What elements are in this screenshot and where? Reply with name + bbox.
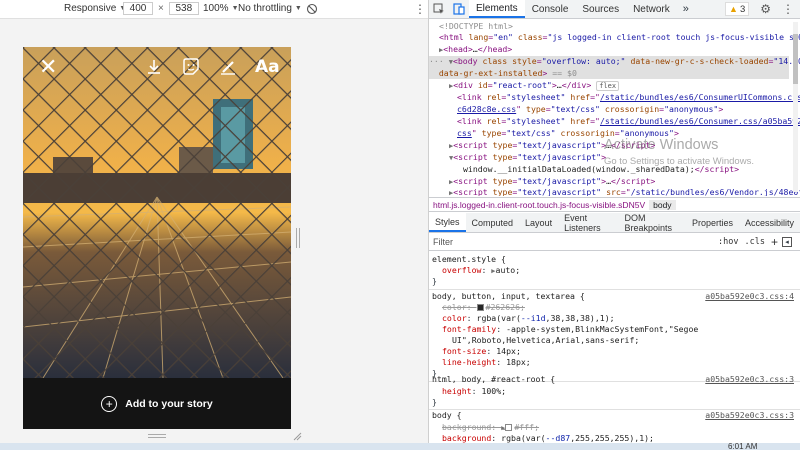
watermark-title: Activate Windows: [604, 137, 719, 153]
decl-font-size[interactable]: font-size: 14px;: [442, 346, 521, 357]
warning-icon: ▲: [729, 4, 738, 14]
download-icon[interactable]: [145, 58, 163, 76]
elements-tree: <!DOCTYPE html> <html lang="en" class="j…: [429, 20, 800, 196]
styles-subtabs: Styles Computed Layout Event Listeners D…: [429, 213, 800, 233]
devtools-pane: Elements Console Sources Network » ▲ 3 ⚙…: [429, 0, 800, 450]
tab-event-listeners[interactable]: Event Listeners: [558, 213, 618, 233]
windows-taskbar: [0, 443, 800, 450]
rule-element-style-decl[interactable]: overflow: ▶auto;: [442, 265, 520, 277]
decl-font-family-cont: UI",Roboto,Helvetica,Arial,sans-serif;: [452, 335, 640, 345]
close-icon[interactable]: ✕: [39, 57, 57, 79]
breadcrumb: html.js.logged-in.client-root.touch.js-f…: [429, 197, 800, 212]
rule-source-link[interactable]: a05ba592e0c3.css:3: [705, 410, 794, 421]
device-toolbar: Responsive▼ × 100%▼ No throttling▼ ⋮: [0, 0, 428, 19]
devtools-menu-kebab-icon[interactable]: ⋮: [776, 0, 800, 18]
phone-viewport: ✕ Aa + Add to your story: [23, 47, 291, 429]
watermark-subtitle: Go to Settings to activate Windows.: [604, 156, 754, 167]
resize-corner-icon[interactable]: [292, 431, 302, 441]
tab-properties[interactable]: Properties: [686, 213, 739, 232]
styles-pane: element.style { overflow: ▶auto; } body,…: [429, 252, 800, 450]
rule-separator: [429, 289, 800, 290]
rule-body-button-selector[interactable]: body, button, input, textarea {: [432, 291, 585, 302]
decl-color-overridden[interactable]: color: #262626;: [442, 302, 525, 313]
rule-element-style-selector[interactable]: element.style {: [432, 254, 506, 265]
dom-link-css-1[interactable]: <link rel="stylesheet" href="/static/bun…: [457, 92, 800, 104]
device-emulation-pane: Responsive▼ × 100%▼ No throttling▼ ⋮: [0, 0, 428, 450]
draw-icon[interactable]: [219, 58, 237, 76]
dom-react-root[interactable]: ▶<div id="react-root">…</div> flex: [449, 80, 620, 93]
decl-font-family[interactable]: font-family: -apple-system,BlinkMacSyste…: [442, 324, 698, 335]
breadcrumb-html[interactable]: html.js.logged-in.client-root.touch.js-f…: [429, 200, 649, 210]
warnings-badge[interactable]: ▲ 3: [725, 2, 750, 16]
dom-link-css-2[interactable]: <link rel="stylesheet" href="/static/bun…: [457, 116, 800, 128]
rule-source-link[interactable]: a05ba592e0c3.css:4: [705, 291, 794, 302]
dom-link-css-1-cont: c6d28c8e.css" type="text/css" crossorigi…: [457, 104, 724, 114]
color-swatch[interactable]: [505, 424, 513, 431]
width-input[interactable]: [123, 2, 153, 15]
tab-network[interactable]: Network: [626, 0, 677, 18]
decl-height[interactable]: height: 100%;: [442, 386, 506, 397]
rule-close: }: [432, 397, 437, 407]
tab-elements[interactable]: Elements: [469, 0, 525, 18]
hov-toggle[interactable]: :hov: [718, 237, 738, 247]
zoom-dropdown[interactable]: 100% ▼: [203, 3, 239, 14]
decl-line-height[interactable]: line-height: 18px;: [442, 357, 531, 368]
tab-layout[interactable]: Layout: [519, 213, 558, 232]
rule-source-link[interactable]: a05ba592e0c3.css:3: [705, 374, 794, 385]
resize-handle-bottom[interactable]: [148, 434, 166, 438]
flex-badge: flex: [596, 81, 620, 91]
color-swatch[interactable]: [476, 304, 484, 311]
dom-script-2[interactable]: ▼<script type="text/javascript">: [449, 152, 606, 165]
rotate-icon[interactable]: [306, 3, 318, 15]
styles-filter-input[interactable]: [429, 236, 699, 247]
device-options-kebab-icon[interactable]: ⋮: [414, 3, 426, 15]
tab-sources[interactable]: Sources: [575, 0, 626, 18]
add-rule-button[interactable]: +: [771, 235, 778, 249]
device-mode-dropdown[interactable]: Responsive▼: [64, 3, 126, 14]
elements-scrollbar-thumb[interactable]: [793, 34, 798, 84]
add-to-story-label: Add to your story: [125, 397, 213, 410]
dimension-separator: ×: [158, 3, 164, 14]
settings-gear-icon[interactable]: ⚙: [755, 0, 776, 18]
rule-element-style-close: }: [432, 276, 437, 286]
tab-styles[interactable]: Styles: [429, 213, 466, 232]
dom-script-4[interactable]: ▶<script type="text/javascript" src="/st…: [449, 187, 800, 196]
device-mode-label: Responsive: [64, 3, 117, 14]
activate-windows-watermark: Activate Windows Go to Settings to activ…: [604, 137, 754, 167]
add-to-story-button[interactable]: + Add to your story: [23, 378, 291, 429]
dom-doctype[interactable]: <!DOCTYPE html>: [439, 21, 513, 33]
plus-circle-icon: +: [101, 395, 118, 412]
throttling-label: No throttling: [238, 3, 292, 14]
dom-body-node-cont[interactable]: data-gr-ext-installed> == $0: [429, 67, 789, 80]
breadcrumb-body[interactable]: body: [649, 199, 676, 210]
dom-head-node[interactable]: ▶<head>…</head>: [439, 44, 512, 57]
height-input[interactable]: [168, 2, 199, 15]
tab-computed[interactable]: Computed: [466, 213, 520, 232]
devtools-tabbar: Elements Console Sources Network » ▲ 3 ⚙…: [429, 0, 800, 19]
taskbar-clock[interactable]: 6:01 AM: [728, 442, 757, 450]
story-bottom-bar: + Add to your story: [23, 378, 291, 429]
styles-filter-bar: :hov .cls + ◂: [429, 233, 800, 251]
tab-dom-breakpoints[interactable]: DOM Breakpoints: [619, 213, 686, 233]
device-toolbar-toggle-icon[interactable]: [449, 0, 469, 18]
cls-toggle[interactable]: .cls: [745, 237, 765, 247]
text-tool-button[interactable]: Aa: [255, 57, 280, 77]
sidebar-toggle-icon[interactable]: ◂: [782, 236, 792, 247]
zoom-label: 100%: [203, 3, 229, 14]
sticker-icon[interactable]: [181, 57, 201, 77]
rule-html-body-selector[interactable]: html, body, #react-root {: [432, 374, 555, 385]
tab-accessibility[interactable]: Accessibility: [739, 213, 800, 232]
more-tabs-button[interactable]: »: [677, 0, 695, 18]
rule-body-selector[interactable]: body {: [432, 410, 462, 421]
throttling-dropdown[interactable]: No throttling ▼: [238, 3, 302, 14]
story-photo: [23, 47, 291, 378]
decl-color[interactable]: color: rgba(var(--i1d,38,38,38),1);: [442, 313, 615, 324]
tab-console[interactable]: Console: [525, 0, 576, 18]
chevron-down-icon: ▼: [294, 5, 302, 12]
warnings-count: 3: [739, 3, 746, 15]
resize-handle-right[interactable]: [296, 228, 300, 248]
inspect-element-icon[interactable]: [429, 0, 449, 18]
dom-html-node[interactable]: <html lang="en" class="js logged-in clie…: [439, 32, 800, 44]
